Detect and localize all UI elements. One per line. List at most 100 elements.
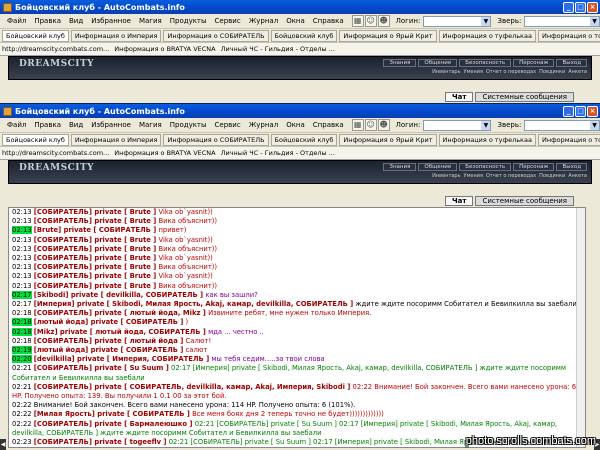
tab-info-imperia[interactable]: Информация о Империя [70,133,162,146]
people-icon[interactable]: ☺ [364,15,377,27]
chat-timestamp[interactable]: 02:23 [12,438,32,446]
chat-private-header[interactable]: [СОБИРАТЕЛЬ] private [ лютый йода, Mikz … [34,309,206,317]
chat-private-header[interactable]: [СОБИРАТЕЛЬ] private [ Brute ] [34,254,157,262]
chat-private-header[interactable]: [Империя] private [ Skibodi, Милая Ярост… [34,300,353,308]
tab-info-sobiratel[interactable]: Информация о СОБИРАТЕЛЬ [163,133,269,146]
menu-products[interactable]: Продукты [166,121,211,129]
chat-private-header[interactable]: [лютый йода] private [ СОБИРАТЕЛЬ ] [34,346,184,354]
game-menu-knowledge[interactable]: Знания [383,163,417,171]
foreground-window[interactable]: Бойцовский клуб - AutoCombats.info _ □ ×… [0,103,600,450]
chat-private-header[interactable]: [СОБИРАТЕЛЬ] private [ Su Suum ] [34,364,169,372]
address-url[interactable]: http://dreamscity.combats.com... [2,45,109,53]
chat-timestamp[interactable]: 02:21 [12,364,32,372]
close-button[interactable]: × [587,1,598,13]
chat-timestamp[interactable]: 02:18 [12,337,32,345]
chat-timestamp[interactable]: 02:17 [12,300,32,308]
people-icon[interactable]: ☺ [364,119,377,131]
chat-timestamp[interactable]: 02:22 [12,410,32,418]
chevron-down-icon[interactable]: ▼ [481,120,491,130]
address-tab-personal[interactable]: Личный ЧС - Гильдия - Отделы ... [221,45,335,53]
close-button[interactable]: × [587,105,598,117]
menu-view[interactable]: Вид [65,17,87,25]
menu-service[interactable]: Сервис [211,121,245,129]
menu-windows[interactable]: Окна [282,17,309,25]
tab-system-messages[interactable]: Системные сообщения [475,92,574,102]
address-tab-bratya[interactable]: Информация о BRATYA VECNA [114,45,215,53]
chat-timestamp[interactable]: 02:22 [12,401,32,409]
login-field[interactable]: ▼ [423,15,492,27]
tab-chat[interactable]: Чат [445,196,474,206]
submenu-fights[interactable]: Поединки [539,69,565,75]
minimize-button[interactable]: _ [563,1,574,13]
chat-timestamp[interactable]: 02:20 [12,355,32,364]
chat-private-header[interactable]: [Brute] private [ СОБИРАТЕЛЬ ] [34,226,157,234]
chat-private-header[interactable]: [СОБИРАТЕЛЬ] private [ Brute ] [34,263,157,271]
address-url[interactable]: http://dreamscity.combats.com... [2,149,109,157]
chat-private-header[interactable]: [СОБИРАТЕЛЬ] private [ Бармалеюшко ] [34,420,193,428]
beast-field[interactable]: ▼ [524,15,600,27]
tab-info-torka[interactable]: Информация о торка [537,133,600,146]
tab-info-imperia[interactable]: Информация о Империя [70,29,162,42]
game-menu-communication[interactable]: Общение [418,59,458,67]
chat-private-header[interactable]: [СОБИРАТЕЛЬ] private [ Brute ] [34,208,157,216]
menu-journal[interactable]: Журнал [245,121,282,129]
tab-fight-club-2[interactable]: Бойцовский клуб [270,29,338,42]
menu-magic[interactable]: Магия [135,121,166,129]
menu-edit[interactable]: Правка [30,121,65,129]
tab-system-messages[interactable]: Системные сообщения [475,196,574,206]
chat-timestamp[interactable]: 02:22 [12,420,32,428]
menu-products[interactable]: Продукты [166,17,211,25]
chat-timestamp[interactable]: 02:13 [12,208,32,216]
smiley-icon[interactable]: ☻ [377,119,390,131]
maximize-button[interactable]: □ [575,1,586,13]
chat-private-header[interactable]: [Mikz] private [ лютый йода, СОБИРАТЕЛЬ … [34,328,206,336]
chat-timestamp[interactable]: 02:13 [12,217,32,225]
tab-info-tufelkaa[interactable]: Информация о туфелькаа [438,29,536,42]
menu-help[interactable]: Справка [309,17,348,25]
chat-timestamp[interactable]: 02:13 [12,254,32,262]
submenu-transfers[interactable]: Отчет о переводах [486,69,536,75]
background-window[interactable]: Бойцовский клуб - AutoCombats.info _ □ ×… [0,0,600,104]
chat-scrollbar[interactable] [576,208,585,447]
submenu-profile[interactable]: Анкета [568,69,587,75]
tab-info-yaryi-krit[interactable]: Информация о Ярый Крит [339,133,437,146]
title-bar[interactable]: Бойцовский клуб - AutoCombats.info _ □ × [0,104,600,118]
chat-private-header[interactable]: [СОБИРАТЕЛЬ] private [ togeeflv ] [34,438,167,446]
chat-timestamp[interactable]: 02:13 [12,282,32,290]
menu-favorites[interactable]: Избранное [87,17,135,25]
tab-chat[interactable]: Чат [445,92,474,102]
title-bar[interactable]: Бойцовский клуб - AutoCombats.info _ □ × [0,0,600,14]
menu-file[interactable]: Файл [3,17,30,25]
game-menu-knowledge[interactable]: Знания [383,59,417,67]
chevron-down-icon[interactable]: ▼ [590,16,599,26]
chat-timestamp[interactable]: 02:18 [12,318,32,327]
tab-info-yaryi-krit[interactable]: Информация о Ярый Крит [339,29,437,42]
chat-private-header[interactable]: [СОБИРАТЕЛЬ] private [ Brute ] [34,217,157,225]
chat-private-header[interactable]: [лютый йода] private [ СОБИРАТЕЛЬ ] [34,318,184,326]
grid-icon[interactable]: ▦ [351,15,364,27]
chat-private-header[interactable]: [СОБИРАТЕЛЬ] private [ Brute ] [34,282,157,290]
submenu-inventory[interactable]: Инвентарь [432,69,460,75]
chat-private-header[interactable]: [СОБИРАТЕЛЬ] private [ Brute ] [34,272,157,280]
game-menu-exit[interactable]: Выход [556,59,587,67]
login-field[interactable]: ▼ [423,119,492,131]
chat-log[interactable]: 02:13 [СОБИРАТЕЛЬ] private [ Brute ] Vik… [8,207,586,448]
chevron-down-icon[interactable]: ▼ [481,16,491,26]
chat-timestamp[interactable]: 02:13 [12,272,32,280]
submenu-skills[interactable]: Умения [464,173,483,179]
tab-info-tufelkaa[interactable]: Информация о туфелькаа [438,133,536,146]
game-menu-security[interactable]: Безопасность [459,59,512,67]
left-arrow-icon[interactable]: ◀ [0,439,6,450]
chat-timestamp[interactable]: 02:13 [12,245,32,253]
tab-fight-club[interactable]: Бойцовский клуб [2,133,69,146]
menu-view[interactable]: Вид [65,121,87,129]
tab-fight-club[interactable]: Бойцовский клуб [2,29,69,42]
chat-timestamp[interactable]: 02:18 [12,309,32,317]
tab-info-sobiratel[interactable]: Информация о СОБИРАТЕЛЬ [163,29,269,42]
menu-file[interactable]: Файл [3,121,30,129]
menu-favorites[interactable]: Избранное [87,121,135,129]
chevron-down-icon[interactable]: ▼ [590,120,599,130]
chat-private-header[interactable]: [Милая Ярость] private [ СОБИРАТЕЛЬ ] [34,410,190,418]
address-tab-personal[interactable]: Личный ЧС - Гильдия - Отделы ... [221,149,335,157]
menu-magic[interactable]: Магия [135,17,166,25]
